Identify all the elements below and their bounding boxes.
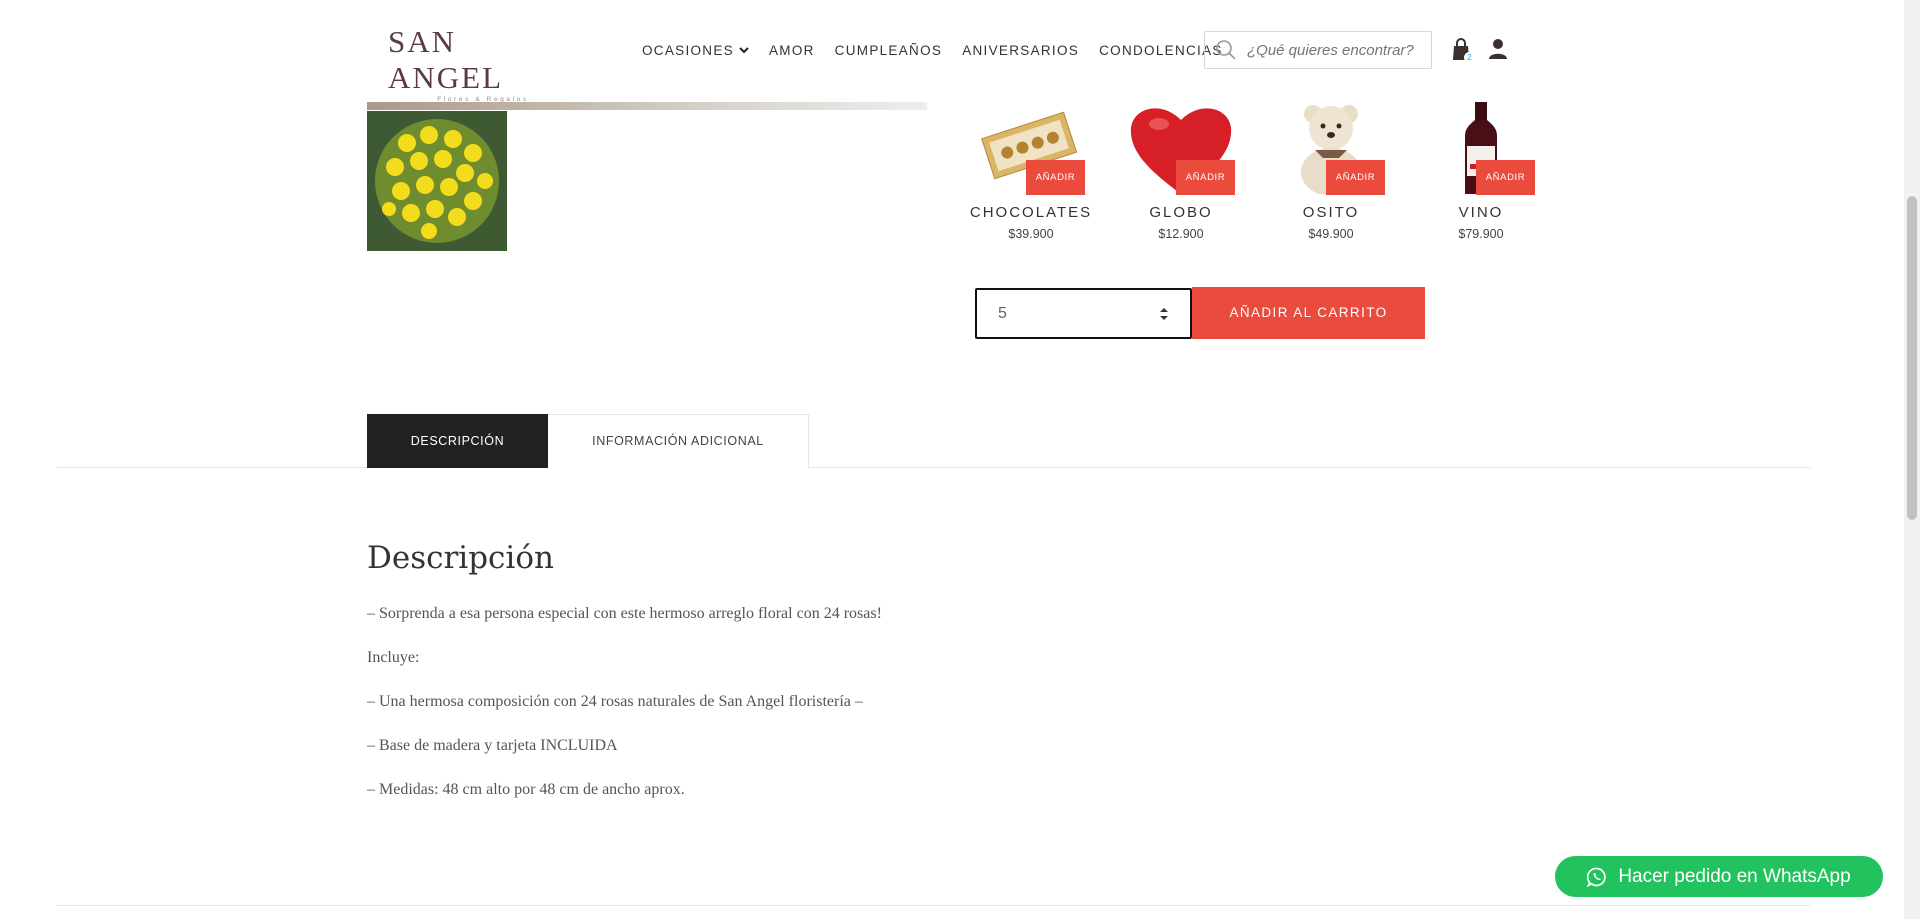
quantity-value: 5 (998, 304, 1007, 322)
description-line: – Sorprenda a esa persona especial con e… (367, 605, 882, 622)
description-line: – Medidas: 48 cm alto por 48 cm de ancho… (367, 781, 685, 798)
search-icon[interactable] (1215, 39, 1237, 61)
quantity-stepper[interactable]: 5 (975, 288, 1192, 339)
addon-name: VINO (1458, 204, 1504, 221)
addon-name: CHOCOLATES (969, 204, 1093, 221)
product-thumbnail[interactable] (367, 111, 507, 251)
tabs-divider (57, 467, 1811, 468)
whatsapp-label: Hacer pedido en WhatsApp (1618, 865, 1851, 887)
nav-item-cumpleanos[interactable]: CUMPLEAÑOS (835, 43, 943, 58)
scrollbar-thumb[interactable] (1907, 196, 1917, 520)
whatsapp-order-button[interactable]: Hacer pedido en WhatsApp (1555, 856, 1883, 897)
tab-informacion-adicional[interactable]: INFORMACIÓN ADICIONAL (548, 414, 809, 468)
nav-item-label: OCASIONES (642, 43, 734, 58)
page-scrollbar[interactable] (1904, 0, 1920, 919)
description-title: Descripción (367, 540, 554, 576)
addon-price: $49.900 (1308, 227, 1354, 241)
add-vino-button[interactable]: AÑADIR (1476, 160, 1535, 195)
spinner-arrows-icon[interactable] (1158, 306, 1170, 322)
addon-name: GLOBO (1149, 204, 1213, 221)
addon-name: OSITO (1302, 204, 1360, 221)
addon-price: $39.900 (1008, 227, 1054, 241)
tab-descripcion[interactable]: DESCRIPCIÓN (367, 414, 548, 468)
description-line: – Base de madera y tarjeta INCLUIDA (367, 737, 618, 754)
chevron-down-icon (739, 47, 749, 54)
user-account-icon[interactable] (1488, 38, 1508, 60)
nav-item-ocasiones[interactable]: OCASIONES (642, 43, 749, 58)
addon-card-vino: AÑADIR VINO $79.900 (1421, 102, 1541, 252)
nav-item-aniversarios[interactable]: ANIVERSARIOS (962, 43, 1079, 58)
add-globo-button[interactable]: AÑADIR (1176, 160, 1235, 195)
add-to-cart-button[interactable]: AÑADIR AL CARRITO (1192, 287, 1425, 339)
nav-item-amor[interactable]: AMOR (769, 43, 815, 58)
search-box (1204, 31, 1432, 69)
brand-logo[interactable]: SAN ANGEL Flores & Regalos (388, 24, 558, 103)
addon-card-chocolates: AÑADIR CHOCOLATES $39.900 (970, 102, 1091, 252)
whatsapp-icon (1587, 867, 1607, 887)
addon-price: $79.900 (1458, 227, 1504, 241)
addon-price: $12.900 (1158, 227, 1204, 241)
search-input[interactable] (1245, 40, 1429, 60)
description-line: – Una hermosa composición con 24 rosas n… (367, 693, 863, 710)
description-line: Incluye: (367, 649, 420, 666)
site-header: SAN ANGEL Flores & Regalos OCASIONES AMO… (0, 0, 1904, 103)
add-chocolates-button[interactable]: AÑADIR (1026, 160, 1085, 195)
add-osito-button[interactable]: AÑADIR (1326, 160, 1385, 195)
main-nav: OCASIONES AMOR CUMPLEAÑOS ANIVERSARIOS C… (642, 43, 1243, 58)
yellow-roses-image (367, 111, 507, 251)
main-product-image (367, 102, 927, 110)
brand-name: SAN ANGEL (388, 24, 504, 95)
cart-count-badge: 2 (1464, 52, 1475, 63)
addon-card-osito: AÑADIR OSITO $49.900 (1271, 102, 1391, 252)
brand-tagline: Flores & Regalos (437, 96, 529, 103)
section-divider (57, 905, 1811, 906)
addon-card-globo: AÑADIR GLOBO $12.900 (1121, 102, 1241, 252)
